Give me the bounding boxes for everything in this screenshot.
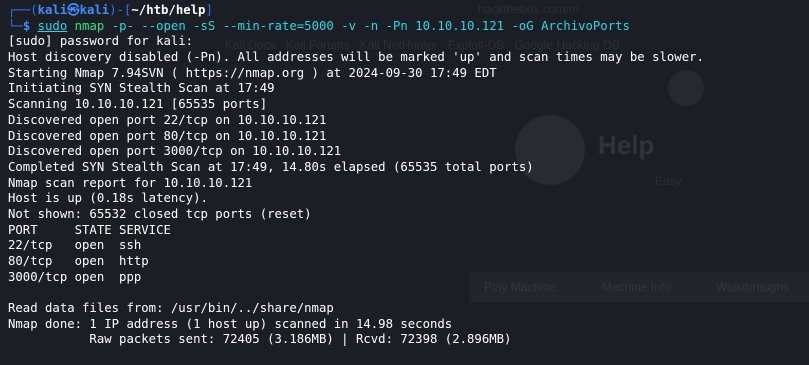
terminal-output: ┌──(kali㉿kali)-[~/htb/help] └─$ sudo nma… <box>8 3 809 348</box>
prompt-host: kali <box>79 3 110 17</box>
prompt-line: ┌──(kali㉿kali)-[~/htb/help] <box>8 3 213 17</box>
output-line: Host is up (0.18s latency). <box>8 191 208 206</box>
output-line: Discovered open port 80/tcp on 10.10.10.… <box>8 128 327 143</box>
terminal-window[interactable]: hackthebox.com/m Kali Docs Kali Forums K… <box>0 0 809 365</box>
command-program: nmap <box>74 18 105 33</box>
output-line: Discovered open port 22/tcp on 10.10.10.… <box>8 112 327 127</box>
output-line: Scanning 10.10.10.121 [65535 ports] <box>8 97 268 112</box>
port-table-row: 22/tcp open ssh <box>8 238 142 253</box>
output-line: Nmap scan report for 10.10.10.121 <box>8 175 253 190</box>
port-table-header: PORT STATE SERVICE <box>8 222 171 237</box>
prompt-user: kali <box>37 3 68 17</box>
command-sudo: sudo <box>37 18 68 33</box>
output-line: Read data files from: /usr/bin/../share/… <box>8 301 334 316</box>
port-table-row: 3000/tcp open ppp <box>8 269 142 284</box>
port-table-row: 80/tcp open http <box>8 254 149 268</box>
prompt-corner-top: ┌── <box>8 3 31 17</box>
output-line: Raw packets sent: 72405 (3.186MB) | Rcvd… <box>8 332 512 347</box>
output-line: Completed SYN Stealth Scan at 17:49, 14.… <box>8 159 534 174</box>
output-line: Host discovery disabled (-Pn). All addre… <box>8 50 704 65</box>
output-line: Nmap done: 1 IP address (1 host up) scan… <box>8 316 453 331</box>
output-line: Starting Nmap 7.94SVN ( https://nmap.org… <box>8 65 497 80</box>
output-line: Initiating SYN Stealth Scan at 17:49 <box>8 81 275 96</box>
prompt-corner-bottom: └─ <box>8 18 23 33</box>
prompt-path: ~/htb/help <box>131 3 206 17</box>
prompt-dollar: $ <box>22 18 31 33</box>
prompt-separator-icon: ㉿ <box>67 3 80 17</box>
command-line[interactable]: └─$ sudo nmap -p- --open -sS --min-rate=… <box>8 19 809 35</box>
output-line: Discovered open port 3000/tcp on 10.10.1… <box>8 144 342 159</box>
command-args: -p- --open -sS --min-rate=5000 -v -n -Pn… <box>111 18 630 33</box>
output-line: [sudo] password for kali: <box>8 34 194 49</box>
output-line: Not shown: 65532 closed tcp ports (reset… <box>8 206 312 221</box>
